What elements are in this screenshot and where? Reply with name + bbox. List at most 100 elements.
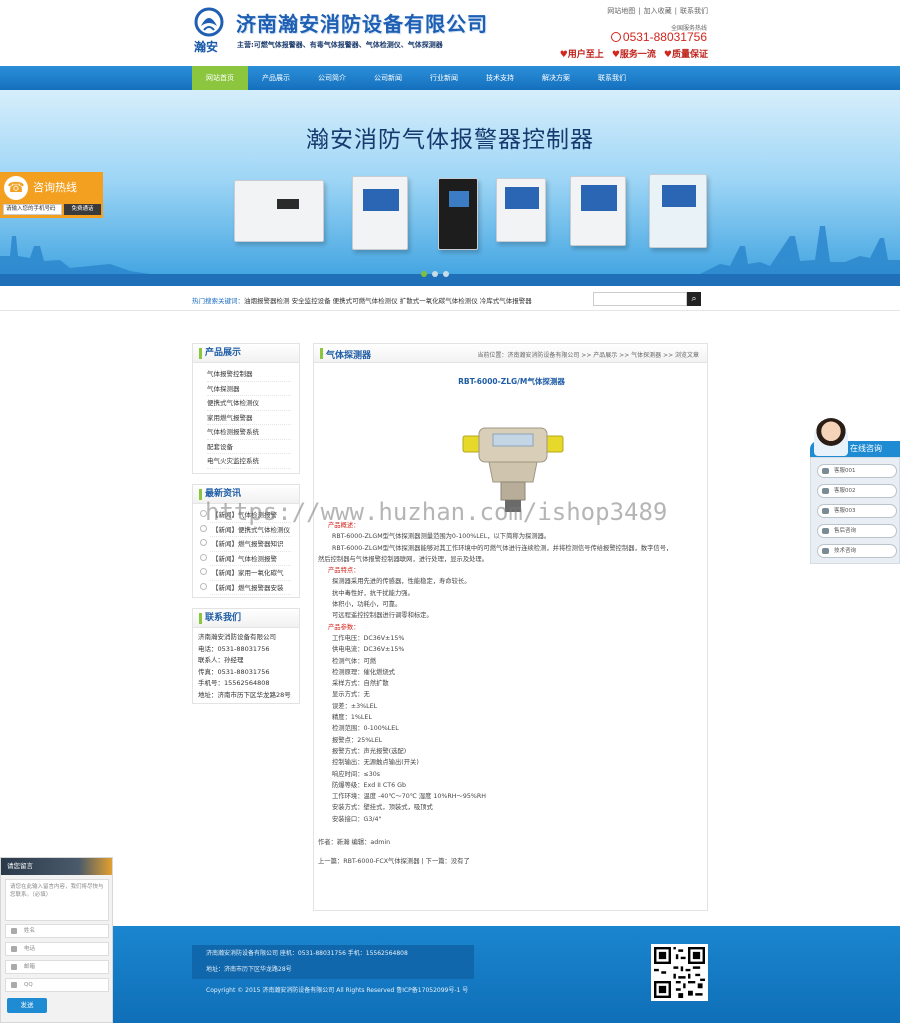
hero-banner[interactable]: 瀚安消防气体报警器控制器 xyxy=(0,90,900,286)
sidebar-product-item[interactable]: 电气火灾监控系统 xyxy=(207,454,291,469)
contact-line: 联系人：孙经理 xyxy=(198,656,244,664)
online-service-panel: 在线咨询 客服001 客服002 客服003 售后咨询 技术咨询 xyxy=(810,418,900,564)
contact-line: 电话：0531-88031756 xyxy=(198,644,270,653)
description-line: 产品参数： xyxy=(328,623,360,631)
description-line: RBT-6000-ZLGM型气体探测器能够对其工作环境中的可燃气体进行连续检测，… xyxy=(332,544,673,552)
phone-field[interactable]: 电话 xyxy=(5,942,109,956)
nav-item-contact[interactable]: 联系我们 xyxy=(584,66,640,90)
sidebar-news-item[interactable]: 【新闻】燃气报警器安装 xyxy=(210,581,291,595)
sidebar-news-item[interactable]: 【新闻】气体检测报警 xyxy=(210,552,291,566)
description-line: 可远程遥控控制器进行调零和标定。 xyxy=(332,612,433,620)
service-item[interactable]: 客服003 xyxy=(817,504,897,518)
main-header: 气体探测器 当前位置：济南瀚安消防设备有限公司 >> 产品展示 >> 气体探测器… xyxy=(314,344,707,363)
description-line: 工作电压：DC36V±15% xyxy=(332,634,405,642)
support-agent-avatar xyxy=(814,418,848,456)
hot-keywords: 热门搜索关键词：油烟报警器检测 安全监控设备 便携式可燃气体检测仪 扩散式一氧化… xyxy=(192,295,532,305)
nav-item-solutions[interactable]: 解决方案 xyxy=(528,66,584,90)
company-name: 济南瀚安消防设备有限公司 xyxy=(236,12,488,36)
qr-code-image xyxy=(651,944,708,1001)
leave-message-title[interactable]: 请您留言 xyxy=(1,858,112,875)
sitemap-link[interactable]: 网站地图 xyxy=(607,7,635,15)
main-nav: 网站首页 产品展示 公司简介 公司新闻 行业新闻 技术支持 解决方案 联系我们 xyxy=(0,66,900,90)
footer-contact-line: 济南瀚安消防设备有限公司 座机：0531-88031756 手机：1556256… xyxy=(206,950,408,957)
slogan: 用户至上 xyxy=(560,50,604,60)
slogan: 质量保证 xyxy=(664,50,708,60)
description-line: 响应时间：≤30s xyxy=(332,770,381,778)
description-line: 显示方式：无 xyxy=(332,691,370,699)
add-favorite-link[interactable]: 加入收藏 xyxy=(644,7,672,15)
message-textarea[interactable]: 请您在此输入留言内容，我们将尽快与您联系。（必填） xyxy=(5,879,109,921)
name-field[interactable]: 姓名 xyxy=(5,924,109,938)
contact-link[interactable]: 联系我们 xyxy=(680,7,708,15)
slider-dot[interactable] xyxy=(443,271,449,277)
phone-input[interactable]: 请输入您的手机号码 xyxy=(3,204,62,215)
sidebar-product-item[interactable]: 气体探测器 xyxy=(207,382,291,396)
free-call-button[interactable]: 免费通话 xyxy=(64,204,101,215)
nav-item-support[interactable]: 技术支持 xyxy=(472,66,528,90)
product-image xyxy=(352,176,408,250)
site-footer: 济南瀚安消防设备有限公司 座机：0531-88031756 手机：1556256… xyxy=(0,926,900,1023)
product-description: 产品概述： RBT-6000-ZLGM型气体探测器测量范围为0-100%LEL，以… xyxy=(318,520,704,868)
sidebar-news-item[interactable]: 【新闻】家用一氧化碳气 xyxy=(210,566,291,581)
slider-dot[interactable] xyxy=(432,271,438,277)
product-image xyxy=(438,178,478,250)
description-line: 抗中毒性好，抗干扰能力强。 xyxy=(332,589,414,597)
nav-item-home[interactable]: 网站首页 xyxy=(192,66,248,90)
main-title: 气体探测器 xyxy=(326,351,372,361)
nav-item-products[interactable]: 产品展示 xyxy=(248,66,304,90)
sidebar-product-item[interactable]: 气体报警控制器 xyxy=(207,367,291,382)
hot-keywords-list[interactable]: 油烟报警器检测 安全监控设备 便携式可燃气体检测仪 扩散式一氧化碳气体检测仪 冷… xyxy=(244,297,532,305)
slogan: 服务一流 xyxy=(612,50,656,60)
contact-line: 地址：济南市历下区华龙路28号 xyxy=(198,690,291,699)
sidebar-product-item[interactable]: 家用燃气报警器 xyxy=(207,411,291,425)
description-line: 检测原理：催化燃烧式 xyxy=(332,668,395,676)
hotline: 0531-88031756 xyxy=(610,30,707,44)
prev-next-links[interactable]: 上一篇：RBT-6000-FCX气体探测器 | 下一篇：没有了 xyxy=(318,856,704,867)
product-image xyxy=(234,180,324,242)
sidebar-product-item[interactable]: 便携式气体检测仪 xyxy=(207,396,291,411)
description-line: 采样方式：自然扩散 xyxy=(332,680,389,688)
leave-message-panel: 请您留言 请您在此输入留言内容，我们将尽快与您联系。（必填） 姓名 电话 邮箱 … xyxy=(0,857,113,1023)
product-title: RBT-6000-ZLG/M气体探测器 xyxy=(458,377,565,386)
sidebar-news-item[interactable]: 【新闻】燃气报警器知识 xyxy=(210,537,291,552)
product-image xyxy=(496,178,546,242)
contact-line: 传真：0531-88031756 xyxy=(198,667,270,676)
description-line: 检测范围：0-100%LEL xyxy=(332,725,399,733)
service-item[interactable]: 技术咨询 xyxy=(817,544,897,558)
search-bar: 热门搜索关键词：油烟报警器检测 安全监控设备 便携式可燃气体检测仪 扩散式一氧化… xyxy=(0,286,900,311)
nav-item-about[interactable]: 公司简介 xyxy=(304,66,360,90)
send-button[interactable]: 发送 xyxy=(7,998,47,1013)
footer-info: 济南瀚安消防设备有限公司 座机：0531-88031756 手机：1556256… xyxy=(192,945,474,979)
phone-icon: ☎ xyxy=(4,176,28,200)
sidebar-products: 产品展示 气体报警控制器 气体探测器 便携式气体检测仪 家用燃气报警器 气体检测… xyxy=(192,343,300,474)
sidebar-contact-title: 联系我们 xyxy=(193,609,299,628)
online-service-list: 客服001 客服002 客服003 售后咨询 技术咨询 xyxy=(810,457,900,564)
email-field[interactable]: 邮箱 xyxy=(5,960,109,974)
description-line: 防爆等级：Exd II CT6 Gb xyxy=(332,781,407,789)
nav-item-industry-news[interactable]: 行业新闻 xyxy=(416,66,472,90)
description-line: 控制输出：无源触点输出(开关) xyxy=(332,759,419,767)
description-line: 工作环境：温度 -40℃～70℃ 湿度 10%RH～95%RH xyxy=(332,793,486,801)
watermark-text: https://www.huzhan.com/ishop3489 xyxy=(205,498,668,526)
service-item[interactable]: 售后咨询 xyxy=(817,524,897,538)
main-content: 气体探测器 当前位置：济南瀚安消防设备有限公司 >> 产品展示 >> 气体探测器… xyxy=(313,343,708,911)
breadcrumb[interactable]: 当前位置：济南瀚安消防设备有限公司 >> 产品展示 >> 气体探测器 >> 浏览… xyxy=(477,350,699,359)
description-line: 安装接口：G3/4" xyxy=(332,815,382,823)
qq-field[interactable]: QQ xyxy=(5,978,109,992)
slider-dot[interactable] xyxy=(421,271,427,277)
consult-title: 咨询热线 xyxy=(33,181,77,194)
service-item[interactable]: 客服001 xyxy=(817,464,897,478)
nav-item-company-news[interactable]: 公司新闻 xyxy=(360,66,416,90)
service-item[interactable]: 客服002 xyxy=(817,484,897,498)
description-line: 然后控制器与气体报警控制器联网，进行处理，显示及处理。 xyxy=(318,555,489,563)
sidebar-product-item[interactable]: 气体检测报警系统 xyxy=(207,425,291,440)
description-line: 精度：1%LEL xyxy=(332,714,372,722)
footer-address-line: 地址：济南市历下区华龙路28号 xyxy=(206,966,292,973)
sidebar-product-item[interactable]: 配套设备 xyxy=(207,440,291,454)
search-icon: ⌕ xyxy=(691,294,697,304)
search-input[interactable] xyxy=(593,292,687,306)
description-line: 探测器采用先进的传感器，性能稳定，寿命较长。 xyxy=(332,578,471,586)
top-links: 网站地图 | 加入收藏 | 联系我们 xyxy=(607,7,708,15)
search-button[interactable]: ⌕ xyxy=(687,292,701,306)
description-line: 供电电流：DC36V±15% xyxy=(332,646,405,654)
